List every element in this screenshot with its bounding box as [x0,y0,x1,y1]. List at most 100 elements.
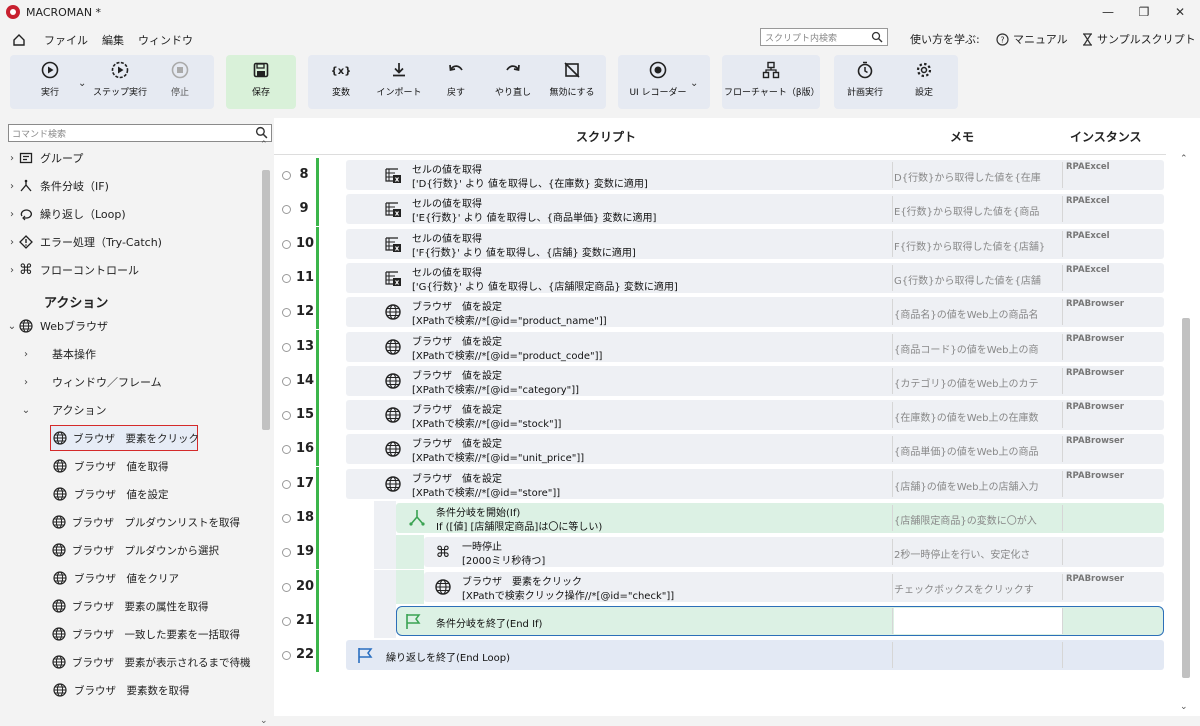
tree-item-flow-control[interactable]: › ⌘ フローコントロール [6,259,264,281]
recorder-dropdown-chevron-icon[interactable]: ⌄ [690,78,698,89]
breakpoint-toggle[interactable] [282,171,291,180]
breakpoint-toggle[interactable] [282,308,291,318]
breakpoint-toggle[interactable] [282,651,291,661]
breakpoint-toggle[interactable] [282,445,291,455]
line-number: 22 [296,647,315,663]
disable-button[interactable]: 無効にする [544,52,600,106]
save-button[interactable]: 保存 [236,52,286,106]
action-item[interactable]: ブラウザ 値をクリア [50,567,198,589]
script-search-input[interactable]: スクリプト内検索 [760,28,888,46]
loop-indent-guide [374,535,396,570]
breakpoint-toggle[interactable] [282,479,291,489]
script-row[interactable]: 21 条件分岐を終了(End If) [274,603,1164,638]
flowchart-button[interactable]: フローチャート（β版） [724,52,820,106]
action-item[interactable]: ブラウザ プルダウンリストを取得 [50,511,240,533]
memo-edit-field[interactable] [894,607,1062,634]
memo-text[interactable]: F{行数}から取得した値を{店舗} [894,238,1062,253]
action-item[interactable]: ブラウザ プルダウンから選択 [50,539,219,561]
tree-item-group[interactable]: › グループ [6,147,264,169]
breakpoint-toggle[interactable] [282,342,291,352]
tree-item-window-frame[interactable]: › ウィンドウ／フレーム [20,371,278,393]
breakpoint-toggle[interactable] [282,273,291,283]
memo-text[interactable]: {カテゴリ}の値をWeb上のカテ [894,375,1062,390]
script-row[interactable]: 15 ブラウザ 値を設定 [XPathで検索//*[@id="stock"]] {在庫… [274,398,1164,433]
script-row[interactable]: 13 ブラウザ 値を設定 [XPathで検索//*[@id="product_cod… [274,329,1164,364]
action-item[interactable]: ブラウザ 一致した要素を一括取得 [50,623,240,645]
stop-button[interactable]: 停止 [160,52,200,106]
script-row[interactable]: 14 ブラウザ 値を設定 [XPathで検索//*[@id="category"]]… [274,363,1164,398]
command-detail: [2000ミリ秒待つ] [462,556,546,568]
breakpoint-toggle[interactable] [282,548,291,558]
script-row[interactable]: 16 ブラウザ 値を設定 [XPathで検索//*[@id="unit_price"… [274,432,1164,467]
memo-text[interactable]: {商品単価}の値をWeb上の商品 [894,443,1062,458]
script-row[interactable]: 9 x セルの値を取得 ['E{行数}' より 値を取得し、{商品単価} 変数に適用]… [274,192,1164,227]
script-row[interactable]: 19 ⌘ 一時停止 [2000ミリ秒待つ] 2秒一時停止を行い、安定化さ [274,535,1164,570]
breakpoint-toggle[interactable] [282,376,291,386]
memo-text[interactable]: {商品コード}の値をWeb上の商 [894,341,1062,356]
manual-link[interactable]: ? マニュアル [996,31,1068,47]
memo-text[interactable]: 2秒一時停止を行い、安定化さ [894,546,1062,561]
maximize-button[interactable]: ❐ [1126,0,1162,24]
sample-script-link[interactable]: サンプルスクリプト [1082,31,1196,47]
tree-item-basic-ops[interactable]: › 基本操作 [20,343,278,365]
run-dropdown-chevron-icon[interactable]: ⌄ [78,78,86,89]
ui-recorder-button[interactable]: UI レコーダー [626,52,690,106]
close-button[interactable]: ✕ [1162,0,1198,24]
settings-button[interactable]: 設定 [904,52,944,106]
schedule-button[interactable]: 計画実行 [840,52,890,106]
menu-edit[interactable]: 編集 [102,32,124,48]
memo-text[interactable]: {店舗限定商品}の変数に〇が入 [894,512,1062,527]
flowchart-icon [762,61,780,78]
action-item[interactable]: ブラウザ 要素が表示されるまで待機 [50,651,251,673]
instance-label: RPABrowser [1066,299,1124,310]
action-item[interactable]: ブラウザ 値を取得 [50,455,198,477]
redo-button[interactable]: やり直し [490,52,536,106]
memo-text[interactable]: D{行数}から取得した値を{在庫 [894,169,1062,184]
home-icon[interactable] [12,33,26,47]
run-button[interactable]: 実行 [28,52,72,106]
breakpoint-toggle[interactable] [282,582,291,592]
memo-text[interactable]: {店舗}の値をWeb上の店舗入力 [894,478,1062,493]
undo-button[interactable]: 戻す [436,52,476,106]
search-icon[interactable] [255,126,268,139]
memo-text[interactable]: チェックボックスをクリックす [894,581,1062,596]
column-divider [892,196,893,223]
breakpoint-toggle[interactable] [282,514,291,523]
action-item-selected[interactable]: ブラウザ 要素をクリック [50,425,199,451]
step-run-button[interactable]: ステップ実行 [92,52,148,106]
tree-item-web-browser[interactable]: ⌄ Webブラウザ [6,315,264,337]
left-scrollbar-thumb[interactable] [262,170,270,430]
menu-file[interactable]: ファイル [44,32,88,48]
memo-text[interactable]: {在庫数}の値をWeb上の在庫数 [894,409,1062,424]
script-row[interactable]: 11 x セルの値を取得 ['G{行数}' より 値を取得し、{店舗限定商品} 変数に… [274,260,1164,295]
breakpoint-toggle[interactable] [282,205,291,215]
tree-item-loop[interactable]: › 繰り返し（Loop) [6,203,264,225]
action-item[interactable]: ブラウザ 要素数を取得 [50,679,198,701]
tree-item-if[interactable]: › 条件分岐（IF) [6,175,264,197]
script-row[interactable]: 8 x セルの値を取得 ['D{行数}' より 値を取得し、{在庫数} 変数に適用] D… [274,158,1164,192]
script-row[interactable]: 12 ブラウザ 値を設定 [XPathで検索//*[@id="product_nam… [274,295,1164,330]
script-row[interactable]: 18 条件分岐を開始(If) If ([値] [店舗限定商品]は〇に等しい) {店舗限… [274,501,1164,535]
memo-text[interactable]: {商品名}の値をWeb上の商品名 [894,306,1062,321]
breakpoint-toggle[interactable] [282,616,291,626]
menu-window[interactable]: ウィンドウ [138,32,193,48]
tree-item-try-catch[interactable]: › エラー処理（Try-Catch) [6,231,264,253]
import-button[interactable]: インポート [372,52,426,106]
script-row[interactable]: 22 繰り返しを終了(End Loop) [274,638,1164,673]
action-item[interactable]: ブラウザ 値を設定 [50,483,198,505]
command-search-input[interactable]: コマンド検索 [8,124,272,142]
script-row[interactable]: 10 x セルの値を取得 ['F{行数}' より 値を取得し、{店舗} 変数に適用] F… [274,226,1164,261]
tree-item-actions[interactable]: ⌄ アクション [20,399,278,421]
memo-text[interactable]: G{行数}から取得した値を{店舗 [894,272,1062,287]
action-item[interactable]: ブラウザ 要素の属性を取得 [50,595,209,617]
tree-item-label: 基本操作 [52,348,96,361]
script-row[interactable]: 17 ブラウザ 値を設定 [XPathで検索//*[@id="store"]] {店舗… [274,466,1164,501]
breakpoint-toggle[interactable] [282,411,291,421]
breakpoint-toggle[interactable] [282,239,291,249]
memo-text[interactable]: E{行数}から取得した値を{商品 [894,203,1062,218]
minimize-button[interactable]: — [1090,0,1126,24]
script-row[interactable]: 20 ブラウザ 要素をクリック [XPathで検索クリック操作//*[@id="ch… [274,569,1164,604]
main-scrollbar-thumb[interactable] [1182,318,1190,678]
variable-button[interactable]: {x} 変数 [320,52,362,106]
search-icon[interactable] [871,31,883,43]
